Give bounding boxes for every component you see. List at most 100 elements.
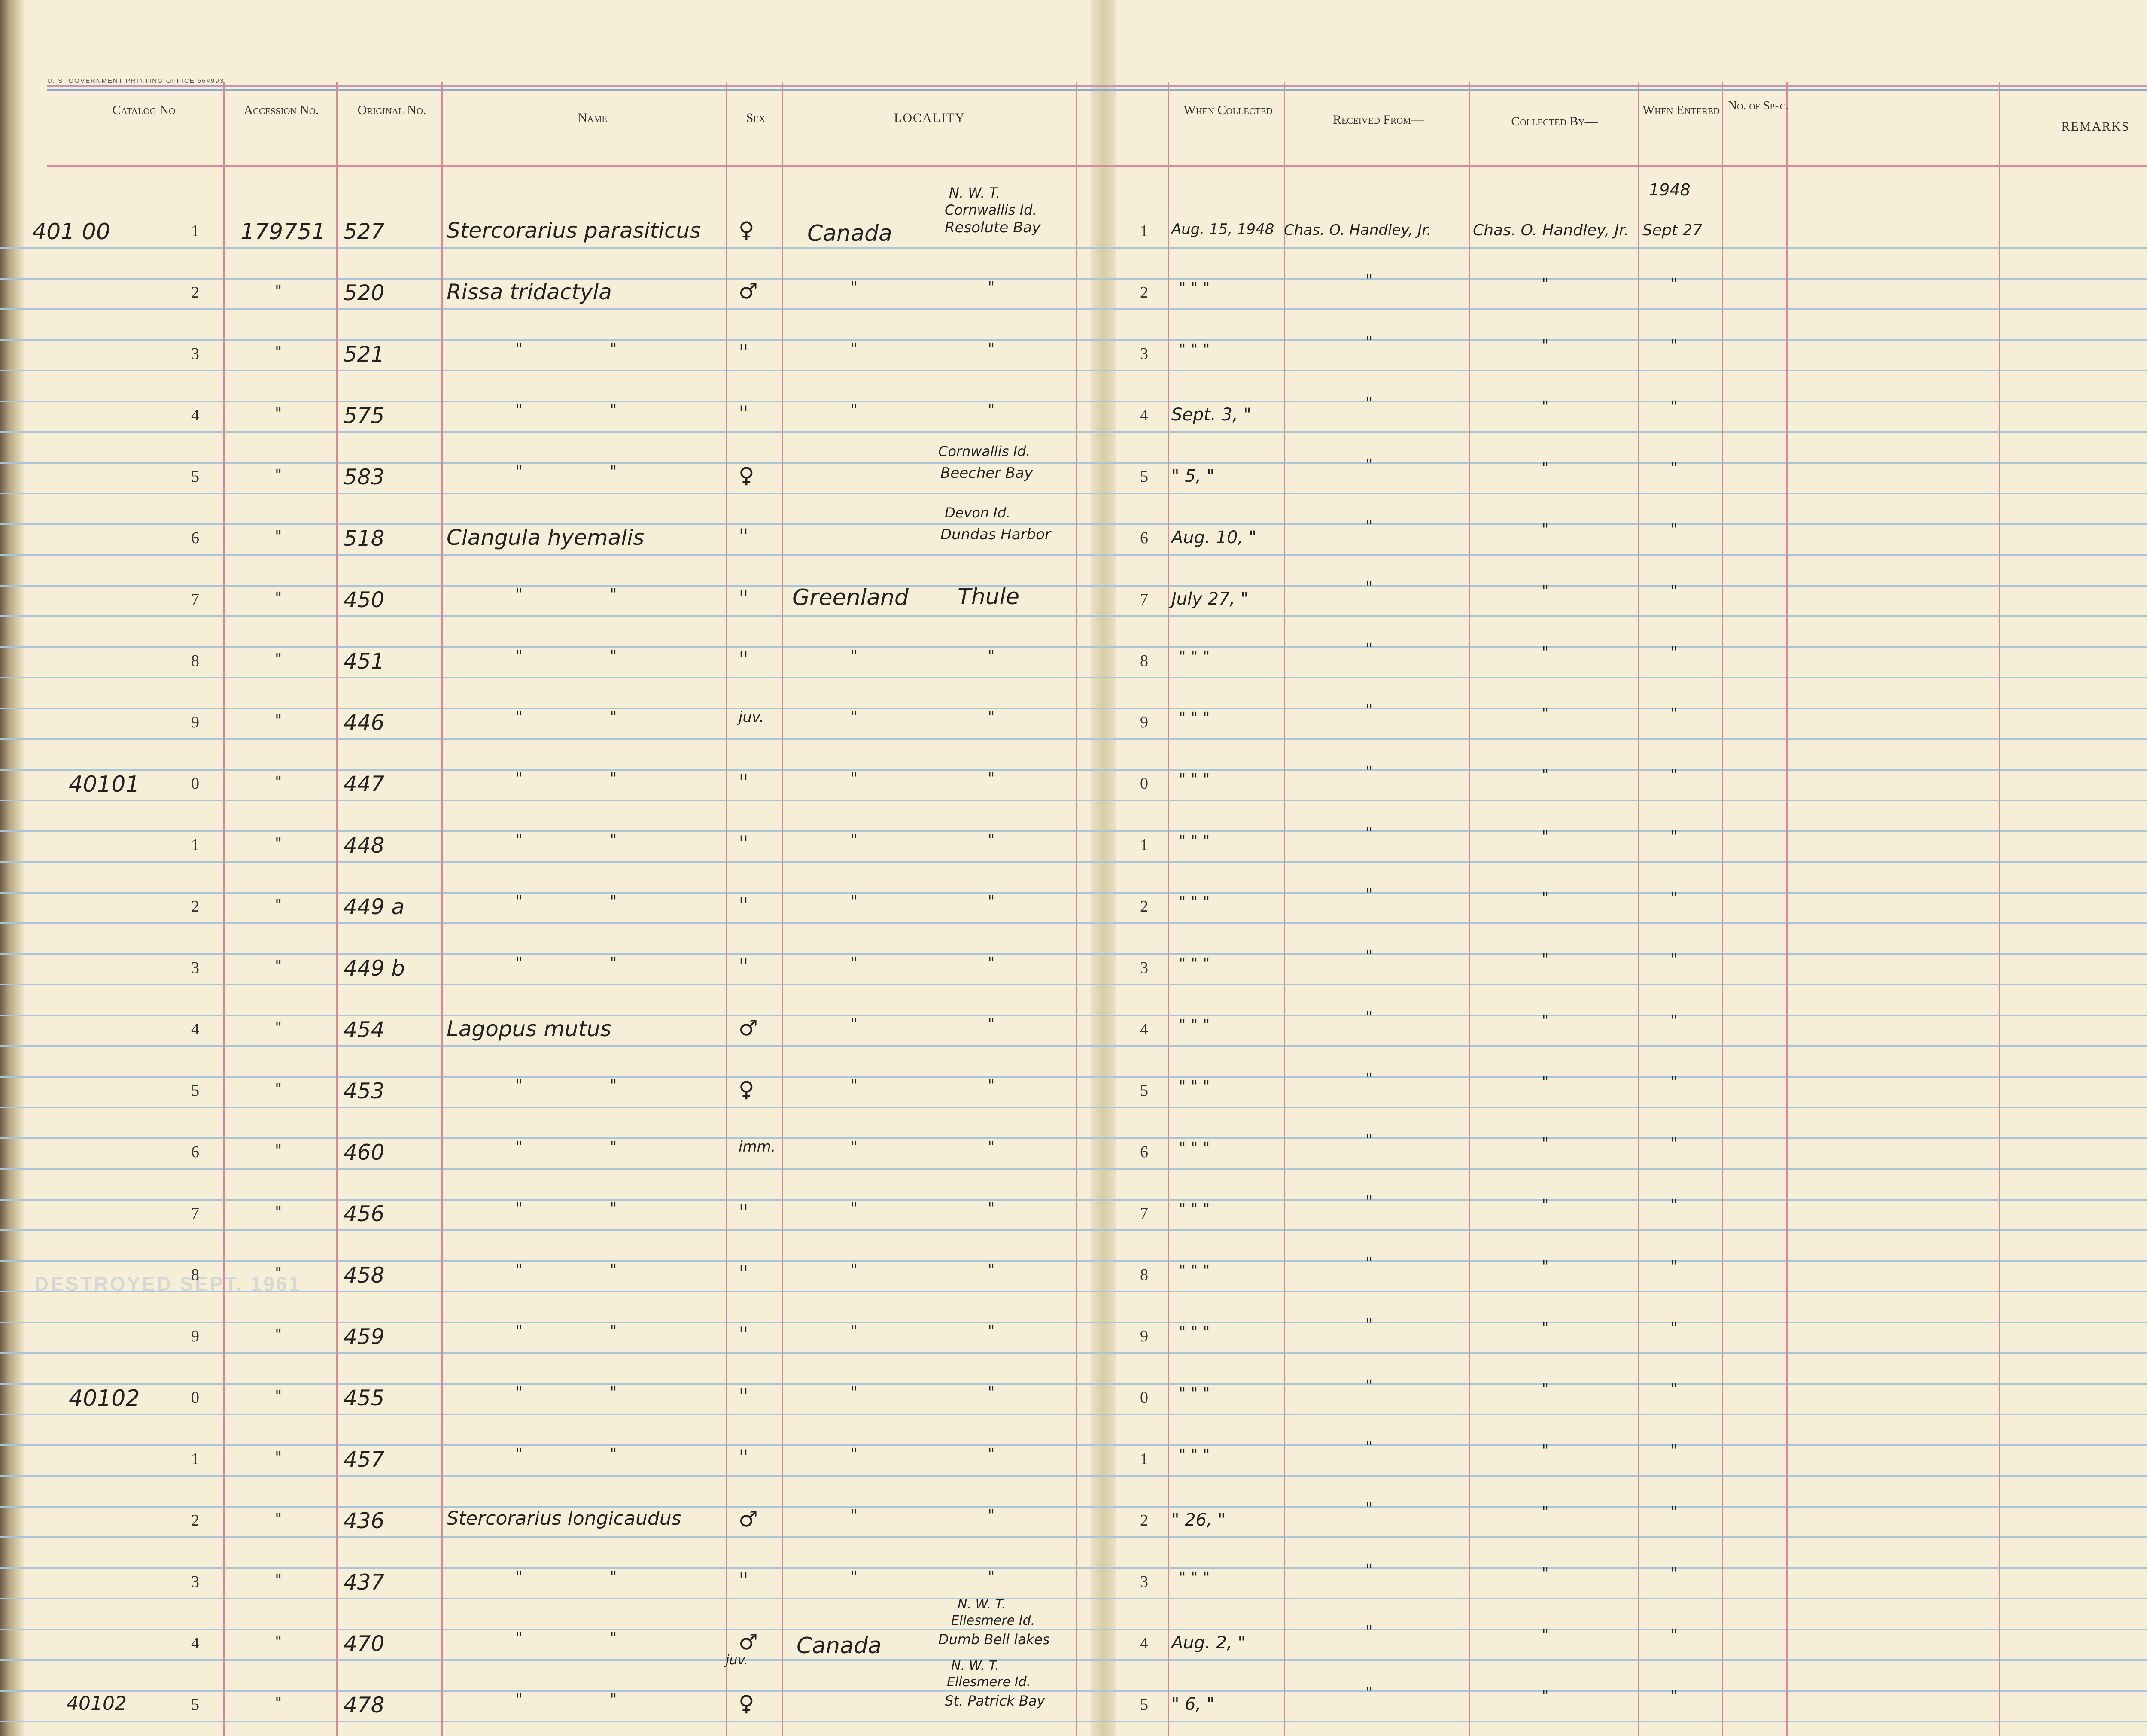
sex-mark: ♀: [739, 463, 754, 488]
accession-ditto: ": [275, 1326, 282, 1344]
collected-by-ditto: ": [1542, 1565, 1549, 1582]
name-ditto-genus: ": [515, 1691, 523, 1709]
collected-by-ditto: ": [1542, 398, 1549, 416]
collected-by-ditto: ": [1542, 644, 1549, 661]
collected-row-digit: 7: [1140, 1204, 1148, 1222]
locality-country-ditto: ": [850, 1507, 858, 1524]
sex-mark: ♂: [739, 1507, 758, 1532]
name-ditto-genus: ": [515, 401, 523, 419]
collected-by-ditto: ": [1542, 582, 1549, 600]
name-ditto-genus: ": [515, 770, 523, 787]
collected-row-digit: 8: [1140, 652, 1148, 670]
original-number: 470: [344, 1631, 385, 1656]
accession-ditto: ": [275, 1510, 282, 1528]
catalog-row-digit: 6: [191, 1143, 199, 1161]
entered-ditto: ": [1670, 1258, 1678, 1275]
entered-ditto: ": [1670, 521, 1678, 538]
catalog-row-digit: 3: [191, 1573, 199, 1591]
name-ditto-species: ": [610, 893, 617, 910]
locality-country-ditto: ": [850, 893, 858, 910]
received-from-ditto: ": [1365, 1254, 1373, 1272]
name-ditto-genus: ": [515, 831, 523, 849]
original-number: 460: [344, 1140, 385, 1165]
catalog-row-digit: 7: [191, 1204, 199, 1222]
accession-ditto: ": [275, 528, 282, 545]
locality-place-ditto: ": [988, 340, 995, 358]
locality-country: Greenland: [792, 585, 909, 611]
catalog-number-marker: 401 00: [32, 219, 110, 245]
locality-country: Canada: [807, 221, 892, 246]
collected-by-ditto: ": [1542, 1258, 1549, 1275]
entered-ditto: ": [1670, 1626, 1678, 1644]
collected-date-ditto: " " ": [1179, 1016, 1210, 1034]
entered-ditto: ": [1670, 1196, 1678, 1214]
entered-ditto: ": [1670, 705, 1678, 723]
collected-date: Aug. 2, ": [1171, 1633, 1246, 1653]
locality-country: Canada: [797, 1633, 882, 1659]
ruled-line: [0, 1107, 2147, 1108]
received-from-ditto: ": [1365, 333, 1373, 351]
collected-row-digit: 6: [1140, 1143, 1148, 1161]
ruled-line: [0, 1168, 2147, 1170]
entered-ditto: ": [1670, 1012, 1678, 1030]
entered-ditto: ": [1670, 1319, 1678, 1337]
collected-date-ditto: " " ": [1179, 1139, 1210, 1157]
locality-place-ditto: ": [988, 401, 995, 419]
entered-year: 1948: [1649, 180, 1691, 199]
accession-ditto: ": [275, 1265, 282, 1282]
collected-by-ditto: ": [1542, 1073, 1549, 1091]
sex-mark: ": [739, 586, 748, 611]
locality-place-ditto: ": [988, 1323, 995, 1340]
ruled-line: [0, 1690, 2147, 1692]
collected-date: Aug. 10, ": [1171, 528, 1257, 547]
catalog-row-digit: 1: [191, 1450, 199, 1468]
ruled-line: [0, 646, 2147, 648]
ruled-line: [0, 953, 2147, 955]
locality-place-ditto: ": [988, 1015, 995, 1033]
collected-row-digit: 9: [1140, 1327, 1148, 1345]
received-from-ditto: ": [1365, 1009, 1373, 1026]
sex-mark: ♂: [739, 1630, 758, 1654]
column-rule: [1076, 82, 1077, 1736]
catalog-row-digit: 5: [191, 1082, 199, 1100]
name-ditto-species: ": [610, 647, 617, 665]
entered-ditto: ": [1670, 644, 1678, 661]
accession-ditto: ": [275, 589, 282, 607]
column-rule: [1786, 82, 1788, 1736]
accession-ditto: ": [275, 1080, 282, 1098]
locality-country-ditto: ": [850, 831, 858, 849]
collected-date-ditto: " " ": [1179, 955, 1210, 973]
original-number: 447: [344, 772, 385, 797]
ruled-line: [0, 1076, 2147, 1078]
original-number: 456: [344, 1201, 385, 1226]
original-number: 518: [344, 526, 385, 551]
collected-row-digit: 0: [1140, 775, 1148, 793]
accession-ditto: ": [275, 651, 282, 668]
name-ditto-genus: ": [515, 708, 523, 726]
ruled-line: [0, 922, 2147, 924]
ruled-line: [0, 800, 2147, 801]
sex-mark: ": [739, 893, 748, 918]
ruled-line: [0, 370, 2147, 371]
collected-row-digit: 3: [1140, 959, 1148, 977]
accession-ditto: ": [275, 282, 282, 300]
collected-row-digit: 4: [1140, 1634, 1148, 1652]
name-ditto-species: ": [610, 1445, 617, 1463]
header-locality: LOCALITY: [894, 111, 965, 125]
received-from-ditto: ": [1365, 886, 1373, 903]
entered-ditto: ": [1670, 337, 1678, 354]
collected-by-ditto: ": [1542, 1380, 1549, 1398]
header-no-of-spec: No. of Spec.: [1728, 99, 1789, 112]
sex-mark: ": [739, 401, 748, 426]
accession-ditto: ": [275, 466, 282, 484]
entered-ditto: ": [1670, 1073, 1678, 1091]
collected-row-digit: 1: [1140, 836, 1148, 854]
name-ditto-genus: ": [515, 1568, 523, 1586]
collected-by-ditto: ": [1542, 1503, 1549, 1521]
sex-mark: ": [739, 954, 748, 979]
original-number: 527: [344, 219, 385, 244]
locality-place-ditto: ": [988, 770, 995, 787]
locality-country-ditto: ": [850, 647, 858, 665]
column-rule: [1638, 82, 1639, 1736]
ruled-line: [0, 1291, 2147, 1292]
